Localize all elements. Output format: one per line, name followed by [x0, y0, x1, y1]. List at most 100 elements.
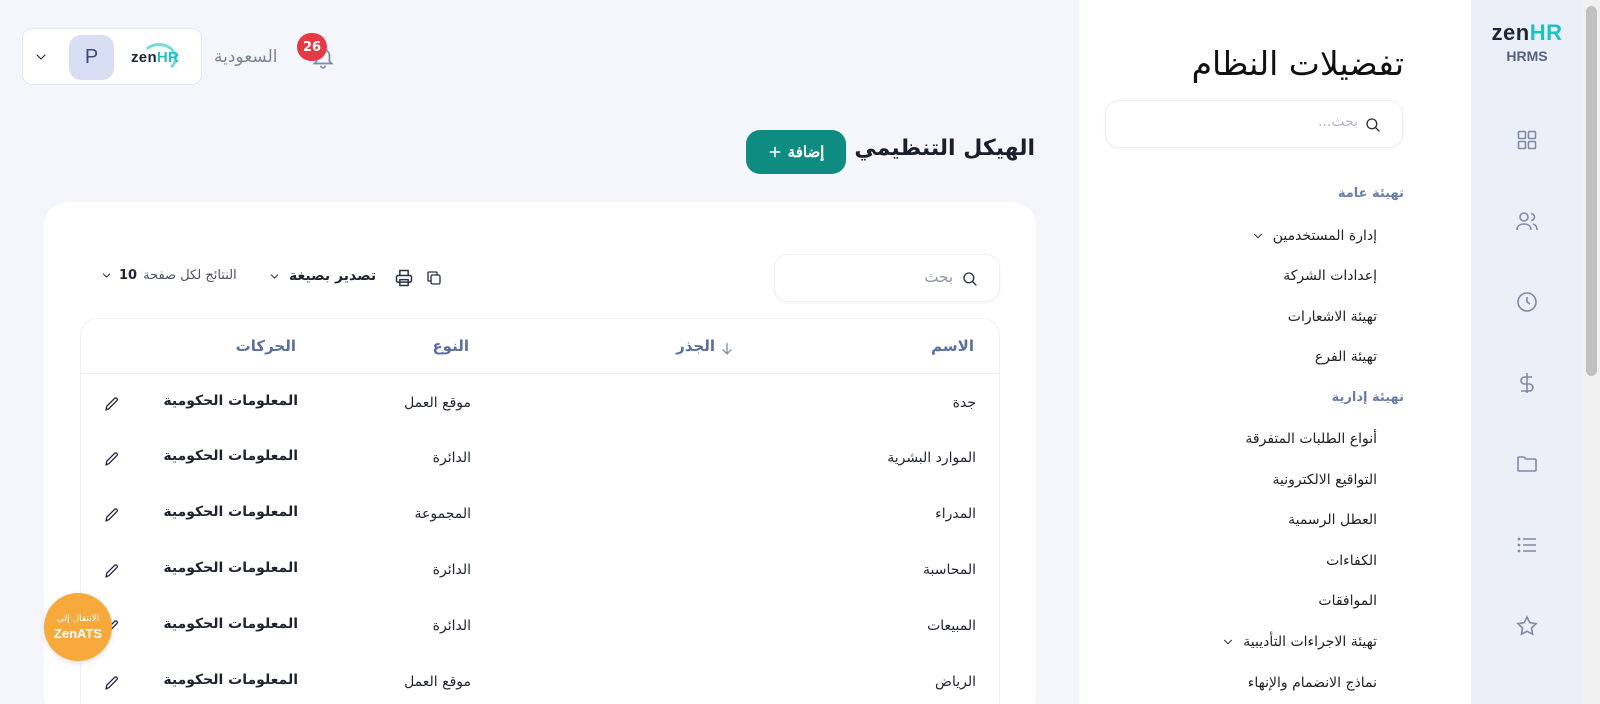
- icon-rail: zenHR HRMS: [1471, 0, 1583, 704]
- government-info-link[interactable]: المعلومات الحكومية: [163, 448, 298, 464]
- page-title: الهيكل التنظيمي: [854, 136, 1035, 161]
- menu-item-label: العطل الرسمية: [1288, 512, 1377, 528]
- menu-item-branch-setup[interactable]: تهيئة الفرع: [1315, 349, 1377, 365]
- table-row[interactable]: الموارد البشرية الدائرة المعلومات الحكوم…: [81, 432, 999, 488]
- user-menu[interactable]: P zenHR: [22, 28, 202, 85]
- chevron-down-icon[interactable]: [1251, 229, 1265, 243]
- add-button[interactable]: إضافة: [746, 130, 846, 174]
- zenats-line1: الانتقال إلى: [56, 613, 100, 624]
- menu-item-label: التواقيع الالكترونية: [1272, 472, 1377, 488]
- chevron-down-icon: [270, 273, 279, 279]
- table-search[interactable]: [774, 254, 1000, 302]
- zenats-switch-button[interactable]: الانتقال إلى ZenATS: [44, 593, 112, 661]
- menu-item-e-signatures[interactable]: التواقيع الالكترونية: [1272, 472, 1377, 488]
- column-header-root[interactable]: الجذر: [676, 337, 715, 355]
- page-scrollbar[interactable]: [1583, 0, 1600, 704]
- clock-icon[interactable]: [1515, 290, 1539, 314]
- print-icon[interactable]: [394, 268, 414, 288]
- per-page-select[interactable]: النتائج لكل صفحة 10: [100, 268, 237, 283]
- notification-badge[interactable]: 26: [297, 33, 327, 61]
- menu-item-label: الكفاءات: [1326, 553, 1377, 569]
- dollar-icon[interactable]: [1515, 371, 1539, 395]
- cell-type: المجموعة: [414, 506, 471, 522]
- list-icon[interactable]: [1515, 533, 1539, 557]
- section-general-setup: تهيئة عامة: [1337, 186, 1404, 201]
- menu-item-onboarding-forms[interactable]: نماذج الانضمام والإنهاء: [1248, 675, 1377, 691]
- menu-item-label: تهيئة الاجراءات التأديبية: [1243, 634, 1377, 650]
- cell-name: المحاسبة: [922, 562, 976, 578]
- cell-name: المدراء: [935, 506, 976, 522]
- add-button-label: إضافة: [787, 144, 825, 161]
- cell-type: الدائرة: [432, 618, 471, 634]
- menu-item-label: الموافقات: [1318, 593, 1377, 609]
- folder-icon[interactable]: [1515, 452, 1539, 476]
- grid-icon[interactable]: [1515, 128, 1539, 152]
- menu-item-label: تهيئة الفرع: [1314, 349, 1377, 365]
- search-icon: [1366, 118, 1380, 132]
- chevron-down-icon[interactable]: [1221, 635, 1235, 649]
- chevron-down-icon[interactable]: [33, 49, 49, 65]
- scrollbar-thumb[interactable]: [1586, 6, 1597, 376]
- search-icon: [963, 272, 977, 286]
- logo-zen-text: zen: [131, 49, 157, 66]
- cell-name: الرياض: [935, 674, 976, 690]
- cell-type: موقع العمل: [404, 395, 471, 411]
- cell-type: موقع العمل: [404, 674, 471, 690]
- sort-arrow-icon[interactable]: [720, 341, 734, 357]
- logo-hr-text: HR: [1529, 20, 1563, 45]
- edit-icon[interactable]: [103, 450, 121, 468]
- table-row[interactable]: جدة موقع العمل المعلومات الحكومية: [81, 377, 999, 433]
- settings-panel: تفضيلات النظام تهيئة عامة إدارة المستخدم…: [1079, 0, 1471, 704]
- cell-type: الدائرة: [432, 450, 471, 466]
- zenhr-logo[interactable]: zenHR HRMS: [1471, 20, 1583, 64]
- logo-zen-text: zen: [1491, 20, 1530, 45]
- menu-item-label: إعدادات الشركة: [1283, 268, 1377, 284]
- cell-name: المبيعات: [927, 618, 976, 634]
- export-label: تصدير بصيغة: [289, 268, 377, 284]
- users-icon[interactable]: [1515, 209, 1539, 233]
- menu-item-competencies[interactable]: الكفاءات: [1326, 553, 1377, 569]
- menu-item-misc-request-types[interactable]: أنواع الطلبات المتفرقة: [1245, 431, 1377, 447]
- company-logo: zenHR: [131, 43, 185, 73]
- column-header-actions: الحركات: [235, 337, 296, 355]
- section-admin-setup: تهيئة إدارية: [1331, 390, 1404, 405]
- table-row[interactable]: المدراء المجموعة المعلومات الحكومية: [81, 488, 999, 544]
- menu-item-public-holidays[interactable]: العطل الرسمية: [1288, 512, 1377, 528]
- government-info-link[interactable]: المعلومات الحكومية: [163, 393, 298, 409]
- cell-type: الدائرة: [432, 562, 471, 578]
- government-info-link[interactable]: المعلومات الحكومية: [163, 672, 298, 688]
- settings-title: تفضيلات النظام: [1191, 44, 1404, 83]
- settings-search[interactable]: [1105, 100, 1403, 148]
- table-row[interactable]: المبيعات الدائرة المعلومات الحكومية: [81, 600, 999, 656]
- menu-item-label: تهيئة الاشعارات: [1287, 309, 1377, 325]
- menu-item-notifications-setup[interactable]: تهيئة الاشعارات: [1288, 309, 1377, 325]
- settings-search-input[interactable]: [1158, 114, 1358, 130]
- column-header-name[interactable]: الاسم: [931, 337, 974, 355]
- menu-item-user-management[interactable]: إدارة المستخدمين: [1251, 228, 1377, 244]
- cell-name: الموارد البشرية: [887, 450, 976, 466]
- menu-item-company-settings[interactable]: إعدادات الشركة: [1283, 268, 1377, 284]
- edit-icon[interactable]: [103, 562, 121, 580]
- government-info-link[interactable]: المعلومات الحكومية: [163, 560, 298, 576]
- star-icon[interactable]: [1515, 614, 1539, 638]
- government-info-link[interactable]: المعلومات الحكومية: [163, 504, 298, 520]
- table-search-input[interactable]: [793, 268, 953, 286]
- menu-item-disciplinary-setup[interactable]: تهيئة الاجراءات التأديبية: [1221, 634, 1377, 650]
- table-row[interactable]: الرياض موقع العمل المعلومات الحكومية: [81, 656, 999, 704]
- menu-item-approvals[interactable]: الموافقات: [1318, 593, 1377, 609]
- edit-icon[interactable]: [103, 674, 121, 692]
- government-info-link[interactable]: المعلومات الحكومية: [163, 616, 298, 632]
- avatar[interactable]: P: [69, 35, 114, 80]
- edit-icon[interactable]: [103, 395, 121, 413]
- export-dropdown[interactable]: تصدير بصيغة: [268, 268, 376, 284]
- plus-icon: [769, 146, 781, 158]
- column-header-type[interactable]: النوع: [432, 337, 469, 355]
- per-page-label: النتائج لكل صفحة: [143, 268, 237, 283]
- cell-name: جدة: [952, 395, 976, 411]
- edit-icon[interactable]: [103, 506, 121, 524]
- logo-hr-text: HR: [156, 49, 180, 66]
- copy-icon[interactable]: [425, 269, 443, 287]
- country-label[interactable]: السعودية: [214, 47, 277, 67]
- table-row[interactable]: المحاسبة الدائرة المعلومات الحكومية: [81, 544, 999, 600]
- chevron-down-icon: [102, 273, 111, 278]
